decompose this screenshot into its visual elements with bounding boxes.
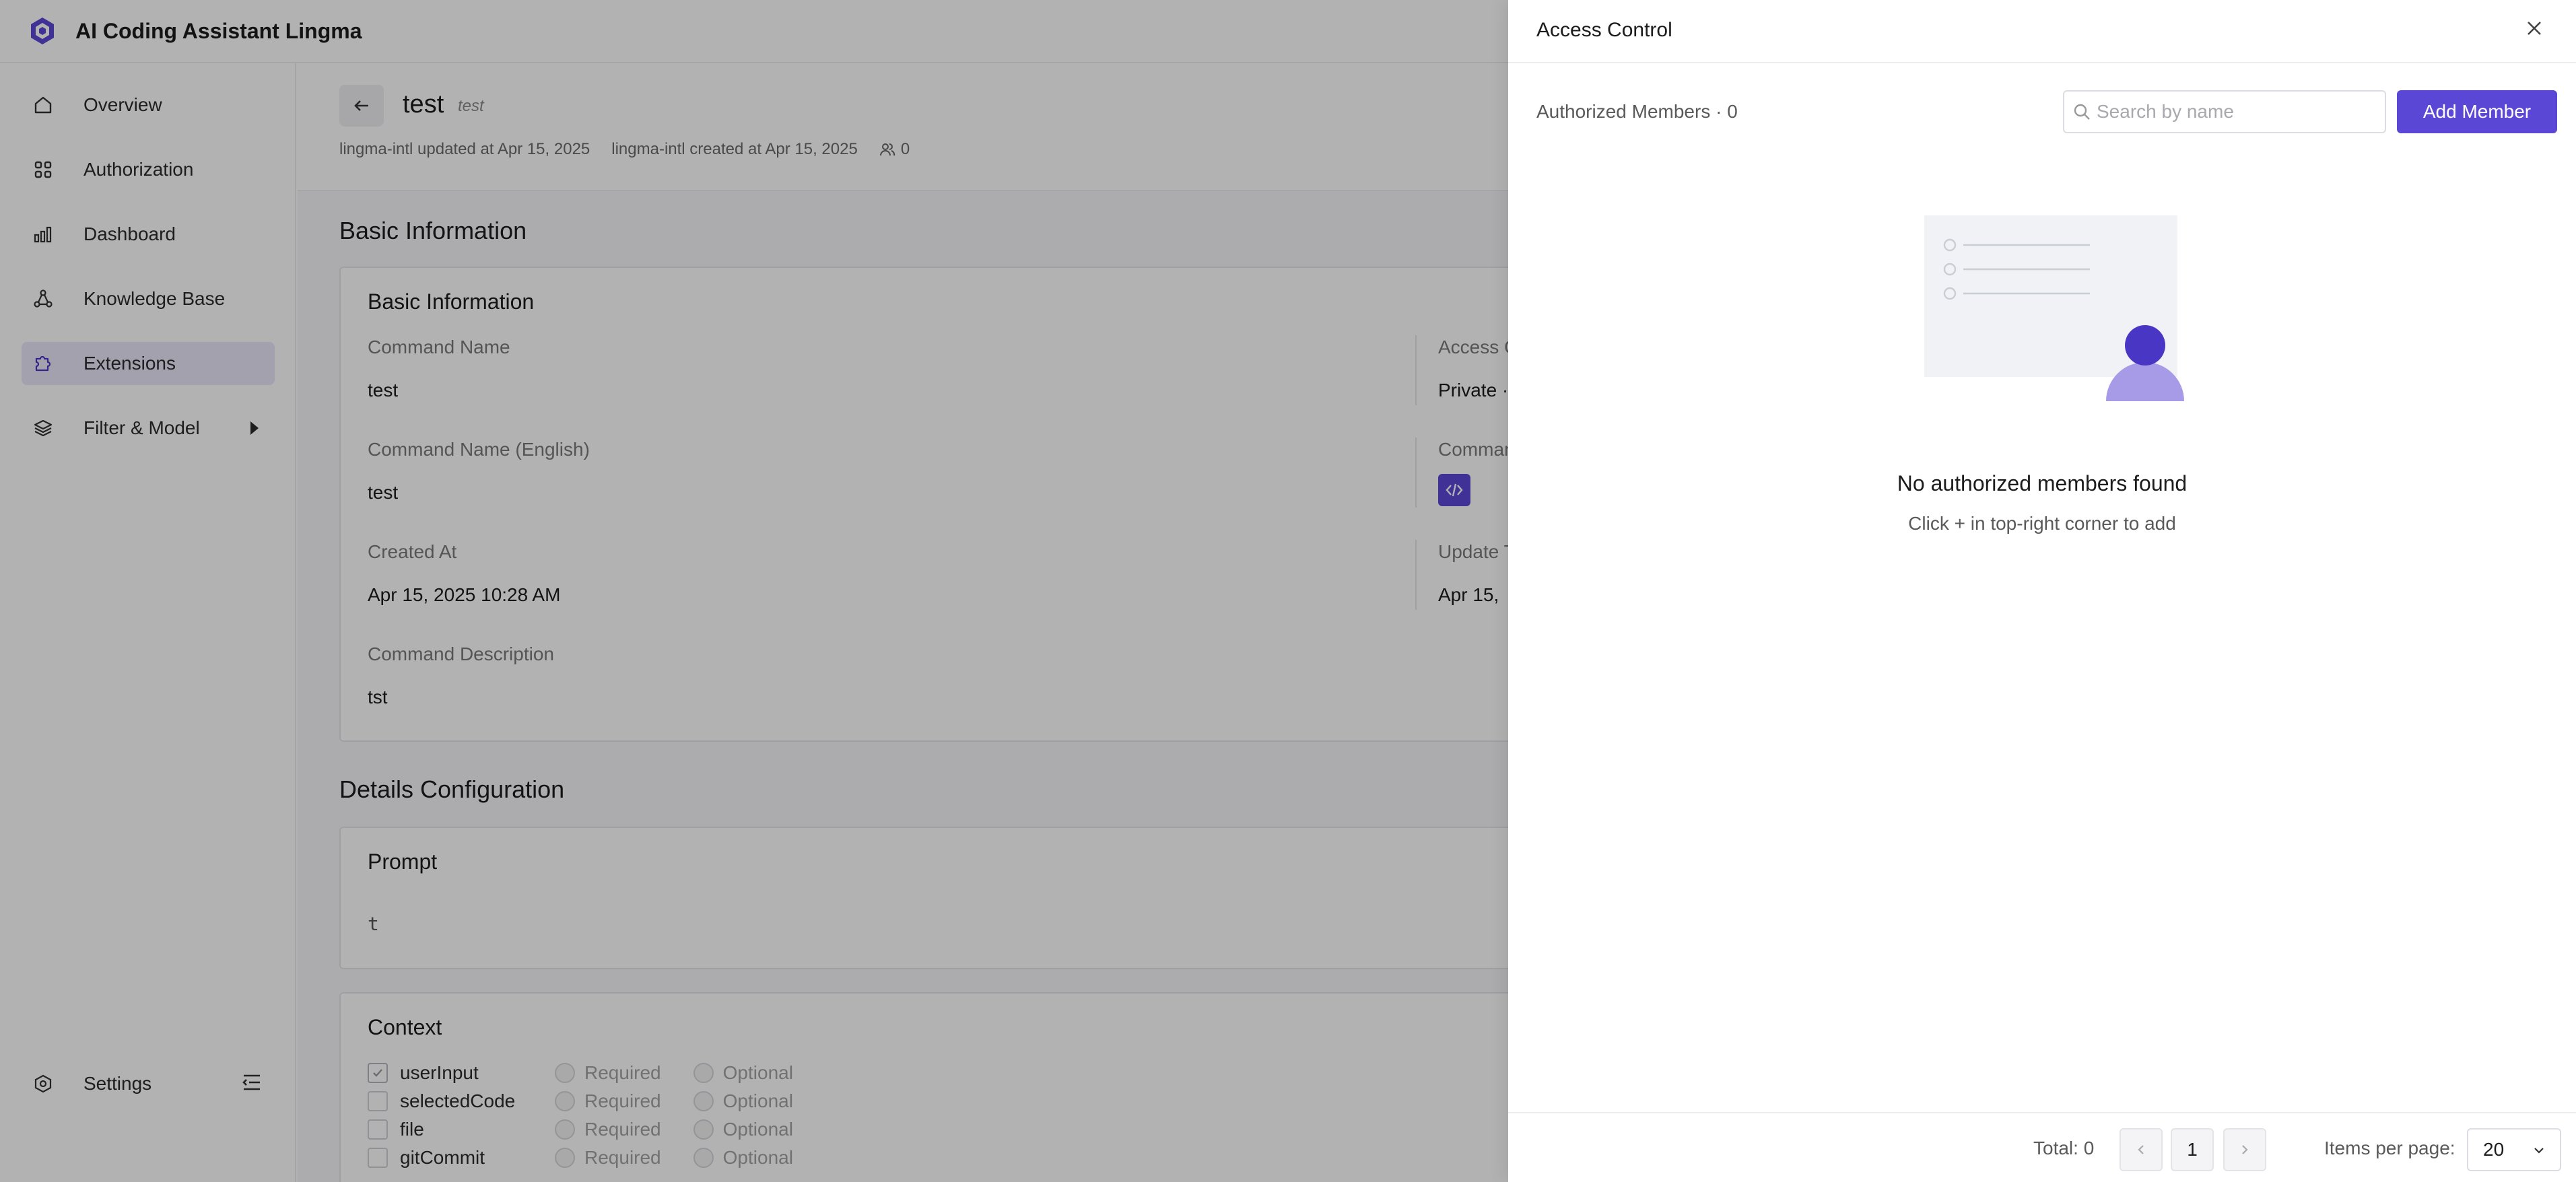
empty-state-hint: Click + in top-right corner to add xyxy=(1908,513,2176,534)
chevron-down-icon xyxy=(2534,1148,2544,1154)
drawer-header: Access Control xyxy=(1508,0,2576,63)
chevron-right-icon xyxy=(2242,1145,2248,1154)
close-icon[interactable] xyxy=(2521,15,2548,42)
items-per-page-label: Items per page: xyxy=(2324,1138,2455,1158)
pagination-bar: Total: 0 1 Items per page: 20 xyxy=(1508,1112,2576,1182)
page-number-button[interactable]: 1 xyxy=(2171,1128,2214,1171)
member-search[interactable] xyxy=(2063,90,2386,133)
search-input[interactable] xyxy=(2097,101,2366,123)
drawer-title: Access Control xyxy=(1536,19,1672,41)
items-per-page-value: 20 xyxy=(2483,1139,2505,1160)
access-control-drawer: Access Control Authorized Members · 0 Ad… xyxy=(1508,0,2576,1182)
search-icon xyxy=(2074,104,2090,120)
total-count: Total: 0 xyxy=(2033,1138,2095,1158)
items-per-page-select[interactable]: 20 xyxy=(2467,1128,2561,1171)
next-page-button[interactable] xyxy=(2223,1128,2266,1171)
chevron-left-icon xyxy=(2138,1145,2144,1154)
drawer-backdrop[interactable] xyxy=(0,0,1508,1182)
empty-state-illustration xyxy=(1924,215,2184,401)
add-member-button[interactable]: Add Member xyxy=(2397,90,2557,133)
empty-state-title: No authorized members found xyxy=(1897,471,2188,495)
prev-page-button[interactable] xyxy=(2120,1128,2163,1171)
authorized-members-count: Authorized Members · 0 xyxy=(1536,101,1738,122)
